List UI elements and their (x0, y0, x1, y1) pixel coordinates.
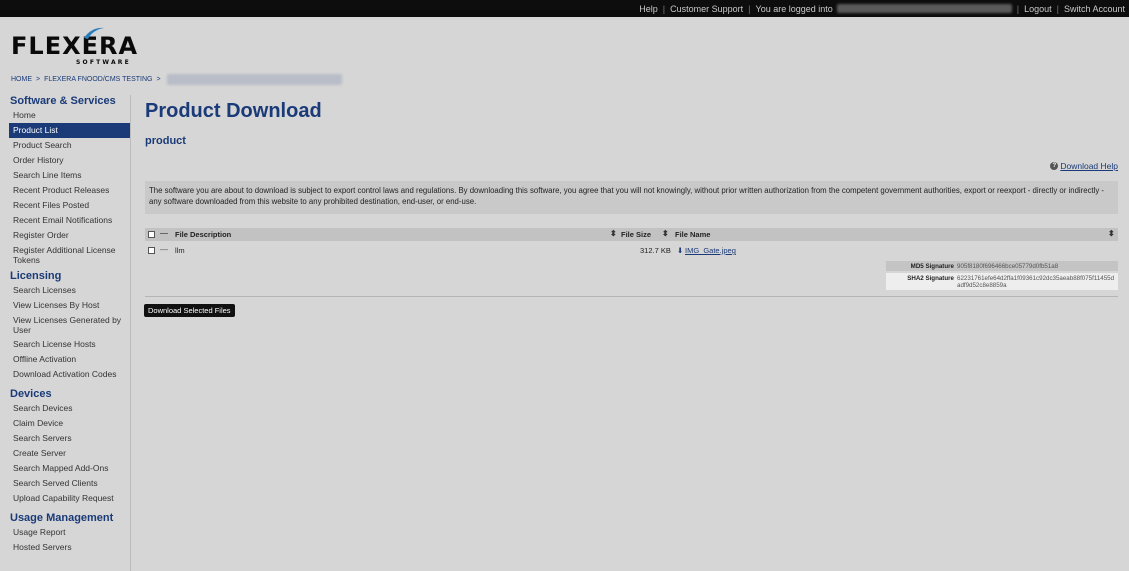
sidebar-item-search-licenses[interactable]: Search Licenses (9, 283, 130, 298)
page-title: Product Download (145, 100, 322, 122)
sidebar-item-hosted-servers[interactable]: Hosted Servers (9, 540, 130, 555)
sidebar-item-usage-report[interactable]: Usage Report (9, 525, 130, 540)
sidebar-item-recent-product-releases[interactable]: Recent Product Releases (9, 183, 130, 198)
collapse-row-icon[interactable]: — (160, 245, 168, 254)
sidebar-item-search-license-hosts[interactable]: Search License Hosts (9, 337, 130, 352)
sidebar-section-usage: Usage Management (10, 512, 114, 524)
flexera-logo[interactable]: FLEXERA SOFTWARE (11, 27, 151, 68)
switch-account-link[interactable]: Switch Account (1064, 4, 1125, 14)
sidebar-item-search-line-items[interactable]: Search Line Items (9, 168, 130, 183)
download-help-label: Download Help (1060, 161, 1118, 171)
sidebar-item-search-servers[interactable]: Search Servers (9, 431, 130, 446)
sidebar-section-licensing: Licensing (10, 270, 62, 282)
chevron-right-icon: > (36, 76, 41, 83)
sidebar-item-upload-capability-request[interactable]: Upload Capability Request (9, 491, 130, 506)
product-name: product (145, 135, 186, 147)
sha2-signature-row: SHA2 Signature 62231761efe64d2ffa1f09361… (886, 273, 1118, 290)
sidebar: Software & Services Home Product List Pr… (9, 95, 131, 571)
table-row: — llm 312.7 KB ⬇ IMG_Gate.jpeg (145, 245, 1118, 259)
customer-support-link[interactable]: Customer Support (670, 4, 743, 14)
sidebar-item-order-history[interactable]: Order History (9, 153, 130, 168)
file-size: 312.7 KB (640, 246, 671, 255)
col-file-name[interactable]: File Name (675, 230, 710, 239)
col-file-size[interactable]: File Size (621, 230, 651, 239)
logged-in-text: You are logged into (755, 3, 833, 14)
sort-icon[interactable]: ⬍ (662, 230, 669, 238)
file-name-link[interactable]: IMG_Gate.jpeg (685, 246, 736, 255)
sidebar-item-search-mapped-add-ons[interactable]: Search Mapped Add-Ons (9, 461, 130, 476)
sha2-label: SHA2 Signature (907, 275, 954, 282)
sidebar-item-claim-device[interactable]: Claim Device (9, 416, 130, 431)
redacted-account (836, 4, 1012, 13)
help-link[interactable]: Help (639, 4, 658, 14)
sidebar-item-download-activation-codes[interactable]: Download Activation Codes (9, 367, 130, 382)
col-file-description[interactable]: File Description (175, 230, 231, 239)
divider: | (1016, 3, 1020, 14)
help-icon: ? (1050, 162, 1059, 170)
logo-text: FLEXERA (11, 32, 139, 60)
redacted-breadcrumb (166, 74, 342, 85)
export-notice: The software you are about to download i… (145, 181, 1118, 214)
sort-icon[interactable]: ⬍ (1108, 230, 1115, 238)
sidebar-section-software: Software & Services (10, 95, 116, 107)
sidebar-item-create-server[interactable]: Create Server (9, 446, 130, 461)
divider: | (662, 3, 666, 14)
sort-icon[interactable]: ⬍ (610, 230, 617, 238)
sidebar-item-search-devices[interactable]: Search Devices (9, 401, 130, 416)
sidebar-item-product-list[interactable]: Product List (9, 123, 130, 138)
sidebar-item-view-licenses-by-user[interactable]: View Licenses Generated by User (9, 313, 130, 337)
table-divider (145, 296, 1118, 297)
select-all-checkbox[interactable] (148, 231, 155, 238)
sidebar-item-home[interactable]: Home (9, 108, 130, 123)
download-help-link[interactable]: ? Download Help (1050, 161, 1118, 171)
sidebar-section-devices: Devices (10, 388, 52, 400)
sidebar-item-register-order[interactable]: Register Order (9, 228, 130, 243)
collapse-all-icon[interactable]: — (160, 229, 168, 238)
divider: | (748, 3, 751, 14)
logo-subtext: SOFTWARE (76, 59, 131, 66)
breadcrumb-home[interactable]: HOME (11, 76, 32, 83)
download-selected-files-button[interactable]: Download Selected Files (144, 304, 235, 317)
sidebar-item-register-license-tokens[interactable]: Register Additional License Tokens (9, 243, 130, 267)
file-description: llm (175, 246, 185, 255)
breadcrumb-account[interactable]: FLEXERA FNOOD/CMS TESTING (44, 76, 152, 83)
md5-value: 905f8180f696466bce05779d0fb51a8 (957, 263, 1059, 270)
row-checkbox[interactable] (148, 247, 155, 254)
logo-swoosh-icon (84, 27, 104, 39)
chevron-right-icon: > (156, 76, 161, 83)
sidebar-item-view-licenses-by-host[interactable]: View Licenses By Host (9, 298, 130, 313)
sidebar-item-search-served-clients[interactable]: Search Served Clients (9, 476, 130, 491)
md5-label: MD5 Signature (910, 263, 954, 270)
sidebar-item-recent-files-posted[interactable]: Recent Files Posted (9, 198, 130, 213)
md5-signature-row: MD5 Signature 905f8180f696466bce05779d0f… (886, 261, 1118, 271)
divider: | (1056, 3, 1059, 14)
sidebar-item-product-search[interactable]: Product Search (9, 138, 130, 153)
download-arrow-icon: ⬇ (677, 246, 684, 255)
logout-link[interactable]: Logout (1024, 4, 1052, 14)
breadcrumb: HOME > FLEXERA FNOOD/CMS TESTING > (11, 74, 342, 85)
sidebar-item-recent-email-notifications[interactable]: Recent Email Notifications (9, 213, 130, 228)
table-header: — File Description ⬍ File Size ⬍ File Na… (145, 228, 1118, 241)
top-bar: Help | Customer Support | You are logged… (0, 0, 1129, 17)
sidebar-item-offline-activation[interactable]: Offline Activation (9, 352, 130, 367)
sha2-value: 62231761efe64d2ffa1f09361c92dc35aeab88f0… (957, 275, 1115, 289)
